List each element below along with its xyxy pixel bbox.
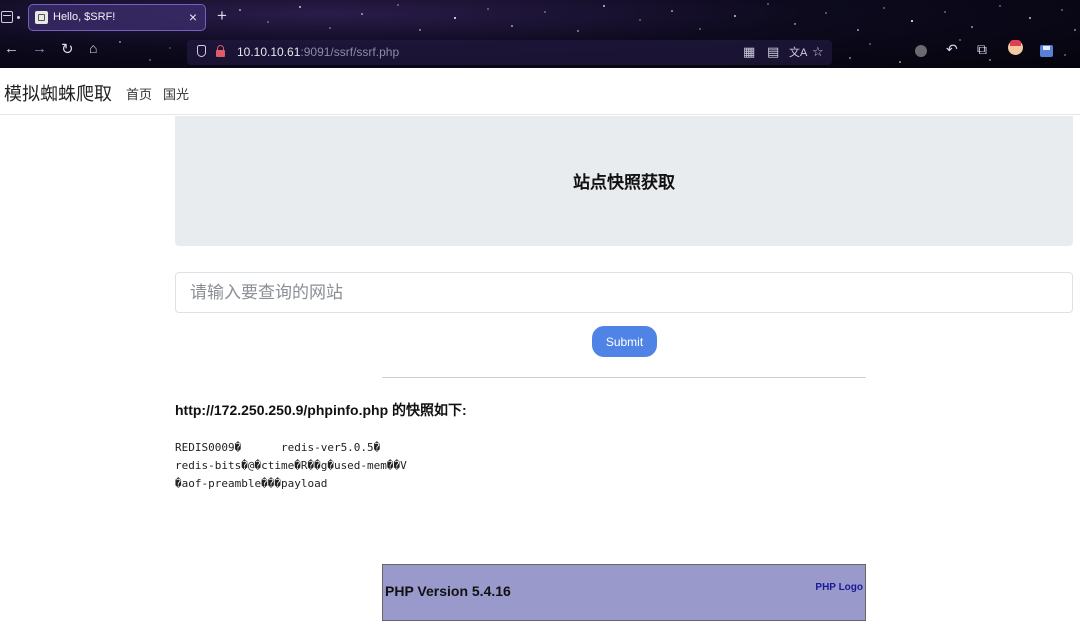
header-jumbotron: 站点快照获取 [175, 116, 1073, 246]
bookmark-star-icon[interactable]: ☆ [812, 44, 824, 60]
insecure-lock-icon[interactable] [216, 45, 225, 57]
snapshot-output-line: REDIS0009� redis-ver5.0.5� [175, 441, 381, 454]
phpinfo-header: PHP Version 5.4.16 PHP Logo [382, 564, 866, 621]
translate-icon[interactable]: 文A [789, 44, 807, 60]
page-content: 模拟蜘蛛爬取 首页 国光 站点快照获取 Submit http://172.25… [0, 68, 1080, 643]
site-brand[interactable]: 模拟蜘蛛爬取 [4, 80, 112, 106]
tab-title: Hello, $SRF! [53, 11, 116, 23]
snapshot-output-line: redis-bits�@�ctime�R��g�used-mem��V [175, 459, 407, 472]
address-bar[interactable]: 10.10.10.61:9091/ssrf/ssrf.php ▦ ▤ 文A ☆ [187, 40, 832, 65]
php-version: PHP Version 5.4.16 [385, 583, 511, 599]
profile-avatar-icon[interactable] [1008, 40, 1023, 55]
site-navbar: 模拟蜘蛛爬取 首页 国光 [0, 68, 1080, 115]
extension-circle-icon[interactable] [915, 45, 927, 57]
website-url-input[interactable] [175, 272, 1073, 313]
new-tab-icon[interactable]: + [217, 6, 227, 26]
undo-extension-icon[interactable]: ↶ [946, 41, 958, 58]
forward-icon[interactable]: → [32, 40, 47, 57]
snapshot-title: http://172.250.250.9/phpinfo.php 的快照如下: [175, 402, 467, 418]
browser-chrome: Hello, $SRF! × + ← → ↻ ⌂ 10.10.10.61:909… [0, 0, 1080, 68]
back-icon[interactable]: ← [4, 40, 19, 57]
save-icon[interactable] [1040, 45, 1053, 57]
qr-code-icon[interactable]: ▦ [743, 44, 755, 60]
tab-indicator-dot-icon [17, 16, 20, 19]
submit-button[interactable]: Submit [592, 326, 657, 357]
php-logo-link[interactable]: PHP Logo [815, 582, 863, 593]
reader-view-icon[interactable]: ▤ [767, 44, 779, 60]
nav-link-guoguang[interactable]: 国光 [163, 84, 189, 103]
home-icon[interactable]: ⌂ [89, 40, 97, 56]
nav-link-home[interactable]: 首页 [126, 84, 152, 103]
divider [382, 377, 866, 378]
shield-icon[interactable] [197, 45, 206, 57]
reload-icon[interactable]: ↻ [61, 40, 74, 58]
favicon-icon [35, 11, 48, 24]
page-title: 站点快照获取 [573, 173, 675, 192]
tab-bar: Hello, $SRF! × + [0, 0, 1080, 36]
tab-close-icon[interactable]: × [189, 9, 197, 25]
snapshot-output-line: �aof-preamble���payload [175, 477, 328, 490]
tab-list-icon[interactable] [1, 11, 13, 23]
extensions-puzzle-icon[interactable]: ⧉ [977, 41, 987, 58]
url-text[interactable]: 10.10.10.61:9091/ssrf/ssrf.php [237, 45, 399, 59]
browser-tab-active[interactable]: Hello, $SRF! × [28, 4, 206, 31]
